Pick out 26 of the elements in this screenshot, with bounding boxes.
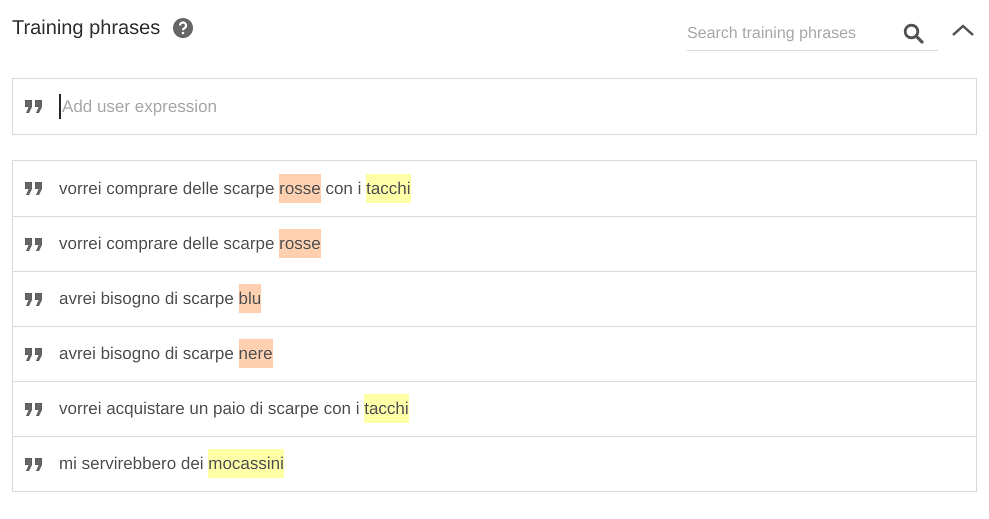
quote-icon [25,238,42,250]
section-title: Training phrases [12,16,160,41]
search-icon[interactable] [903,23,924,44]
quote-icon [25,348,42,360]
phrase-text: vorrei comprare delle scarpe rosse con i tacchi [59,176,411,202]
phrase-text: avrei bisogno di scarpe nere [59,341,273,367]
quote-icon [25,292,42,306]
expression-field[interactable]: Add user expression [12,78,977,135]
search-field[interactable]: Search training phrases [687,22,903,46]
quote-icon [25,182,42,195]
phrase-row[interactable]: vorrei comprare delle scarpe rosse con i tacchi [13,161,976,216]
expression-input[interactable]: Add user expression [59,94,964,120]
phrase-row[interactable]: vorrei acquistare un paio di scarpe con i tacchi [13,381,976,436]
phrase-text: vorrei comprare delle scarpe rosse [59,231,321,257]
collapse-icon[interactable] [951,23,975,37]
phrase-text: avrei bisogno di scarpe blu [59,286,262,312]
phrase-text: mi servirebbero dei mocassini [59,451,284,477]
phrase-row[interactable]: avrei bisogno di scarpe blu [13,271,976,326]
quote-icon [25,100,42,113]
quote-icon [25,402,42,416]
phrase-row[interactable]: mi servirebbero dei mocassini [13,436,976,491]
phrase-row[interactable]: vorrei comprare delle scarpe rosse [13,216,976,271]
quote-icon [25,458,42,470]
phrase-row[interactable]: avrei bisogno di scarpe nere [13,326,976,381]
phrase-text: vorrei acquistare un paio di scarpe con i tacchi [59,396,409,422]
help-icon[interactable] [173,18,194,38]
